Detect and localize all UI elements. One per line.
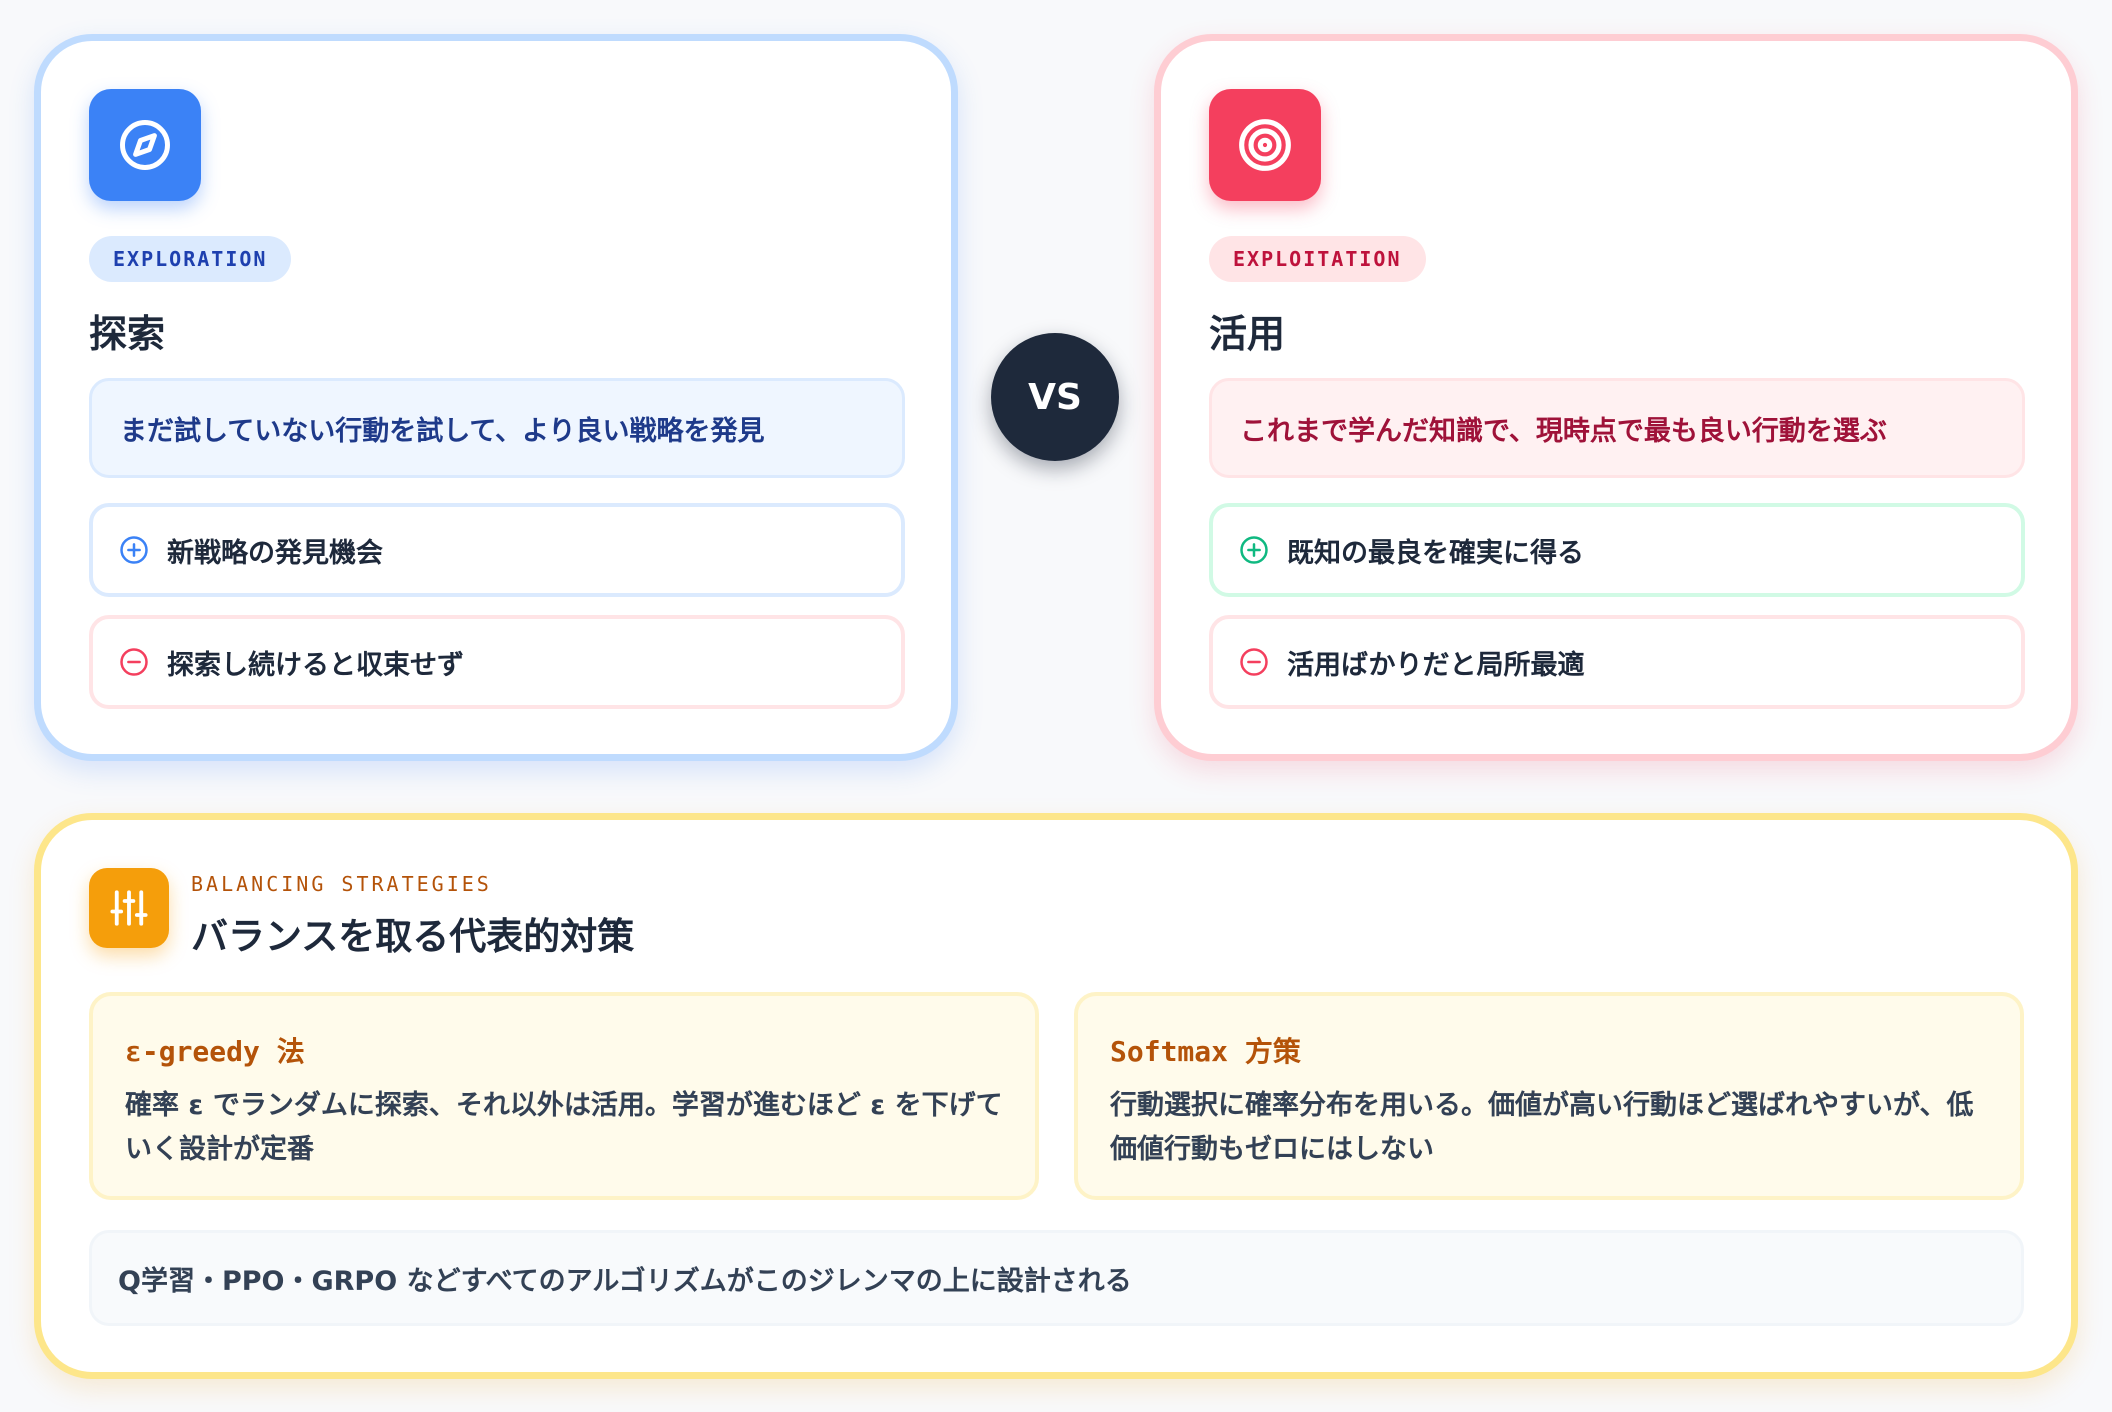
compass-icon bbox=[89, 89, 201, 201]
exploration-tag: EXPLORATION bbox=[89, 236, 292, 282]
exploitation-title: 活用 bbox=[1209, 312, 1286, 356]
exploration-description: まだ試していない行動を試して、より良い戦略を発見 bbox=[89, 378, 905, 478]
exploration-card: EXPLORATION 探索 まだ試していない行動を試して、より良い戦略を発見 … bbox=[34, 34, 958, 761]
exploration-title: 探索 bbox=[89, 312, 166, 356]
exploration-pro-item: 新戦略の発見機会 bbox=[89, 503, 905, 597]
plus-circle-icon bbox=[1240, 536, 1268, 564]
exploitation-tag: EXPLOITATION bbox=[1209, 236, 1426, 282]
exploration-con-item: 探索し続けると収束せず bbox=[89, 615, 905, 709]
exploitation-pro-label: 既知の最良を確実に得る bbox=[1287, 537, 1584, 569]
sliders-icon bbox=[89, 868, 169, 948]
strategy-card-softmax: Softmax 方策 行動選択に確率分布を用いる。価値が高い行動ほど選ばれやすい… bbox=[1074, 992, 2024, 1200]
balancing-eyebrow: BALANCING STRATEGIES bbox=[191, 872, 492, 896]
strategy-name: ε-greedy 法 bbox=[125, 1035, 305, 1068]
strategy-description: 行動選択に確率分布を用いる。価値が高い行動ほど選ばれやすいが、低価値行動もゼロに… bbox=[1110, 1090, 1974, 1165]
exploration-con-label: 探索し続けると収束せず bbox=[167, 649, 464, 681]
exploitation-con-item: 活用ばかりだと局所最適 bbox=[1209, 615, 2025, 709]
vs-badge: VS bbox=[991, 333, 1119, 461]
minus-circle-icon bbox=[1240, 648, 1268, 676]
exploitation-description: これまで学んだ知識で、現時点で最も良い行動を選ぶ bbox=[1209, 378, 2025, 478]
exploitation-pro-item: 既知の最良を確実に得る bbox=[1209, 503, 2025, 597]
exploration-pro-label: 新戦略の発見機会 bbox=[167, 537, 383, 569]
balancing-card: BALANCING STRATEGIES バランスを取る代表的対策 ε-gree… bbox=[34, 813, 2078, 1379]
target-icon bbox=[1209, 89, 1321, 201]
footer-note: Q学習・PPO・GRPO などすべてのアルゴリズムがこのジレンマの上に設計される bbox=[89, 1230, 2024, 1326]
balancing-title: バランスを取る代表的対策 bbox=[191, 915, 635, 958]
exploitation-con-label: 活用ばかりだと局所最適 bbox=[1287, 649, 1585, 681]
strategy-card-epsilon-greedy: ε-greedy 法 確率 ε でランダムに探索、それ以外は活用。学習が進むほど… bbox=[89, 992, 1039, 1200]
plus-circle-icon bbox=[120, 536, 148, 564]
exploitation-card: EXPLOITATION 活用 これまで学んだ知識で、現時点で最も良い行動を選ぶ… bbox=[1154, 34, 2078, 761]
strategy-description: 確率 ε でランダムに探索、それ以外は活用。学習が進むほど ε を下げていく設計… bbox=[125, 1090, 1003, 1165]
strategy-name: Softmax 方策 bbox=[1110, 1035, 1301, 1068]
minus-circle-icon bbox=[120, 648, 148, 676]
